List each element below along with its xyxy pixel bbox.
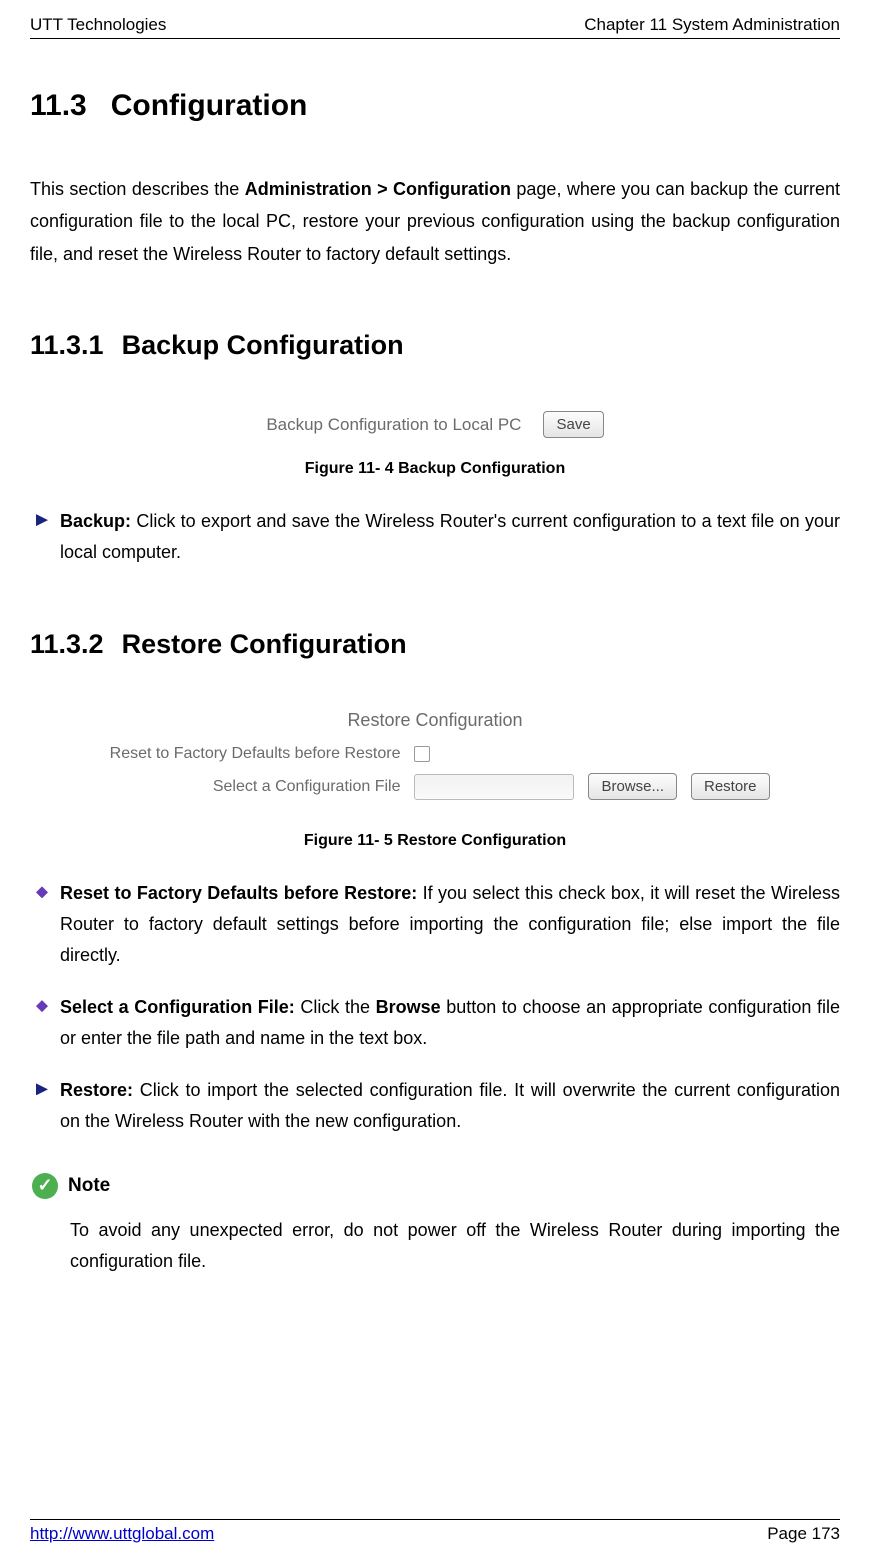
figure-11-5-caption: Figure 11- 5 Restore Configuration — [30, 832, 840, 850]
figure-11-5: Restore Configuration Reset to Factory D… — [30, 710, 840, 810]
arrow-bullet-icon — [36, 1083, 48, 1095]
subsection-1-heading: 11.3.1 Backup Configuration — [30, 330, 840, 361]
section-heading: 11.3 Configuration — [30, 89, 840, 123]
backup-bullet: Backup: Click to export and save the Wir… — [36, 506, 840, 567]
header-company: UTT Technologies — [30, 15, 166, 35]
backup-text: Click to export and save the Wireless Ro… — [60, 511, 840, 562]
browse-button[interactable]: Browse... — [588, 773, 677, 800]
figure-11-4: Backup Configuration to Local PC Save — [30, 411, 840, 438]
page-header: UTT Technologies Chapter 11 System Admin… — [30, 15, 840, 39]
fig5-reset-label: Reset to Factory Defaults before Restore — [100, 745, 400, 763]
fig5-title: Restore Configuration — [100, 710, 769, 731]
intro-paragraph: This section describes the Administratio… — [30, 173, 840, 270]
note-text: To avoid any unexpected error, do not po… — [70, 1215, 840, 1278]
checkmark-icon: ✓ — [32, 1173, 58, 1199]
backup-label: Backup: — [60, 511, 131, 531]
footer-page: Page 173 — [767, 1524, 840, 1544]
subsection-1-number: 11.3.1 — [30, 330, 104, 360]
select-bold: Select a Configuration File: — [60, 997, 295, 1017]
section-title: Configuration — [111, 89, 308, 122]
select-t1: Click the — [295, 997, 376, 1017]
reset-defaults-checkbox[interactable] — [414, 746, 430, 762]
footer-link[interactable]: http://www.uttglobal.com — [30, 1524, 214, 1544]
restore-text: Click to import the selected configurati… — [60, 1080, 840, 1131]
header-chapter: Chapter 11 System Administration — [584, 15, 840, 35]
restore-button[interactable]: Restore — [691, 773, 770, 800]
fig5-select-label: Select a Configuration File — [100, 778, 400, 796]
diamond-bullet-icon — [36, 886, 48, 898]
subsection-2-title: Restore Configuration — [122, 629, 407, 659]
restore-bold: Restore: — [60, 1080, 133, 1100]
select-file-bullet: Select a Configuration File: Click the B… — [36, 992, 840, 1053]
figure-11-4-caption: Figure 11- 4 Backup Configuration — [30, 460, 840, 478]
intro-bold: Administration > Configuration — [245, 179, 511, 199]
page-footer: http://www.uttglobal.com Page 173 — [30, 1519, 840, 1544]
note-header: ✓ Note — [32, 1173, 840, 1199]
subsection-2-heading: 11.3.2 Restore Configuration — [30, 629, 840, 660]
reset-bullet: Reset to Factory Defaults before Restore… — [36, 878, 840, 970]
reset-bold: Reset to Factory Defaults before Restore… — [60, 883, 417, 903]
intro-t1: This section describes the — [30, 179, 245, 199]
subsection-1-title: Backup Configuration — [122, 330, 404, 360]
diamond-bullet-icon — [36, 1000, 48, 1012]
section-number: 11.3 — [30, 89, 87, 122]
save-button[interactable]: Save — [543, 411, 603, 438]
subsection-2-number: 11.3.2 — [30, 629, 104, 659]
fig4-label: Backup Configuration to Local PC — [266, 415, 521, 435]
select-browse-bold: Browse — [376, 997, 441, 1017]
arrow-bullet-icon — [36, 514, 48, 526]
note-label: Note — [68, 1175, 110, 1197]
config-file-input[interactable] — [414, 774, 574, 800]
restore-bullet: Restore: Click to import the selected co… — [36, 1075, 840, 1136]
